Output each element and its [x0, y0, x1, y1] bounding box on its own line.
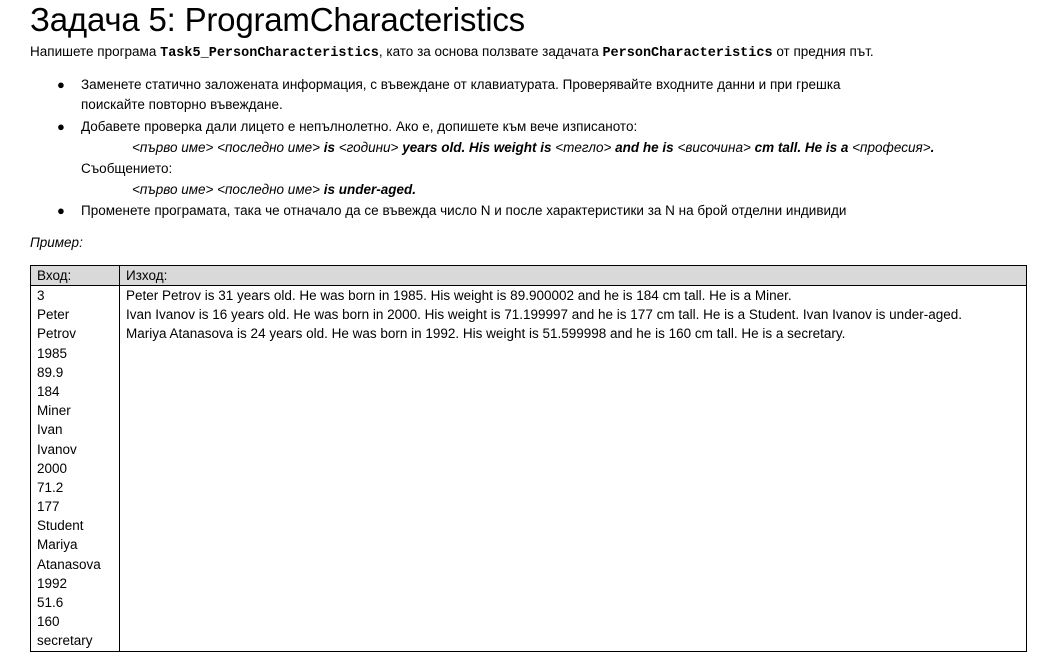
input-line: 1985	[37, 345, 68, 361]
input-line: 89.9	[37, 364, 64, 380]
input-line: 1992	[37, 575, 68, 591]
output-column-header: Изход:	[119, 265, 1027, 286]
bullet-2-template: <първо име> <последно име> is <години> y…	[132, 138, 934, 158]
input-line: Atanasova	[37, 556, 101, 572]
template-years-old: years old. His weight is	[398, 140, 556, 155]
input-line: 51.6	[37, 595, 64, 610]
input-line: 71.2	[37, 479, 64, 495]
input-cell: 3 Peter Petrov 1985 89.9 184 Miner Ivan …	[30, 285, 120, 652]
example-table: Вход: Изход: 3 Peter Petrov 1985 89.9 18…	[30, 265, 1027, 652]
template-is: is	[323, 140, 339, 155]
input-line: Ivan	[37, 422, 63, 438]
input-line: 3	[37, 288, 45, 303]
input-line: Ivanov	[37, 441, 77, 457]
example-label: Пример:	[30, 235, 83, 250]
output-cell: Peter Petrov is 31 years old. He was bor…	[119, 285, 1027, 652]
table-row: 3 Peter Petrov 1985 89.9 184 Miner Ivan …	[30, 285, 1027, 652]
bullet-2-line-1: Добавете проверка дали лицето е непълнол…	[81, 119, 638, 134]
table-header-row: Вход: Изход:	[30, 265, 1027, 286]
bullet-2-icon: ●	[57, 119, 65, 134]
bullet-2-message: <първо име> <последно име> is under-aged…	[132, 180, 416, 200]
output-line: Mariya Atanasova is 24 years old. He was…	[126, 326, 846, 342]
intro-text-mid: , като за основа ползвате задачата	[378, 44, 603, 59]
bullet-3-icon: ●	[57, 203, 65, 218]
input-line: Miner	[37, 403, 71, 419]
input-line: Petrov	[37, 326, 77, 342]
bullet-3-line-1: Променете програмата, така че отначало д…	[81, 203, 847, 218]
input-line: 184	[37, 383, 60, 399]
input-line: Peter	[37, 307, 70, 323]
output-line: Ivan Ivanov is 16 years old. He was born…	[126, 307, 962, 323]
template-name-placeholder: <първо име> <последно име>	[132, 140, 324, 155]
template-period: .	[930, 140, 935, 155]
template-profession-placeholder: <професия>	[852, 140, 931, 155]
bullet-1-icon: ●	[57, 77, 65, 92]
input-line: secretary	[37, 633, 93, 649]
input-line: 2000	[37, 460, 68, 476]
intro-text-post: от предния път.	[772, 44, 874, 59]
input-line: 177	[37, 499, 60, 515]
template-height-placeholder: <височина>	[677, 140, 751, 155]
template-cm-tall: cm tall. He is a	[750, 140, 853, 155]
input-line: 160	[37, 614, 60, 630]
template-and-he-is: and he is	[611, 140, 678, 155]
intro-text-pre: Напишете програма	[30, 44, 161, 59]
message-name-placeholder: <първо име> <последно име>	[132, 182, 324, 197]
output-line: Peter Petrov is 31 years old. He was bor…	[126, 288, 792, 303]
page-title: Задача 5: ProgramCharacteristics	[30, 1, 525, 38]
intro-paragraph: Напишете програма Task5_PersonCharacteri…	[30, 42, 874, 64]
bullet-2-message-label: Съобщението:	[81, 161, 173, 176]
input-column-header: Вход:	[30, 265, 120, 286]
intro-code-task5: Task5_PersonCharacteristics	[160, 46, 379, 61]
bullet-1-line-2: поискайте повторно въвеждане.	[81, 97, 283, 112]
bullet-1-line-1: Заменете статично заложената информация,…	[81, 77, 841, 92]
input-line: Student	[37, 518, 84, 534]
message-under-aged: is under-aged.	[323, 182, 416, 197]
document-page: Задача 5: ProgramCharacteristics Напишет…	[0, 0, 1042, 658]
intro-code-personcharacteristics: PersonCharacteristics	[602, 46, 773, 61]
template-weight-placeholder: <тегло>	[555, 140, 612, 155]
input-line: Mariya	[37, 537, 78, 553]
template-age-placeholder: <години>	[338, 140, 399, 155]
